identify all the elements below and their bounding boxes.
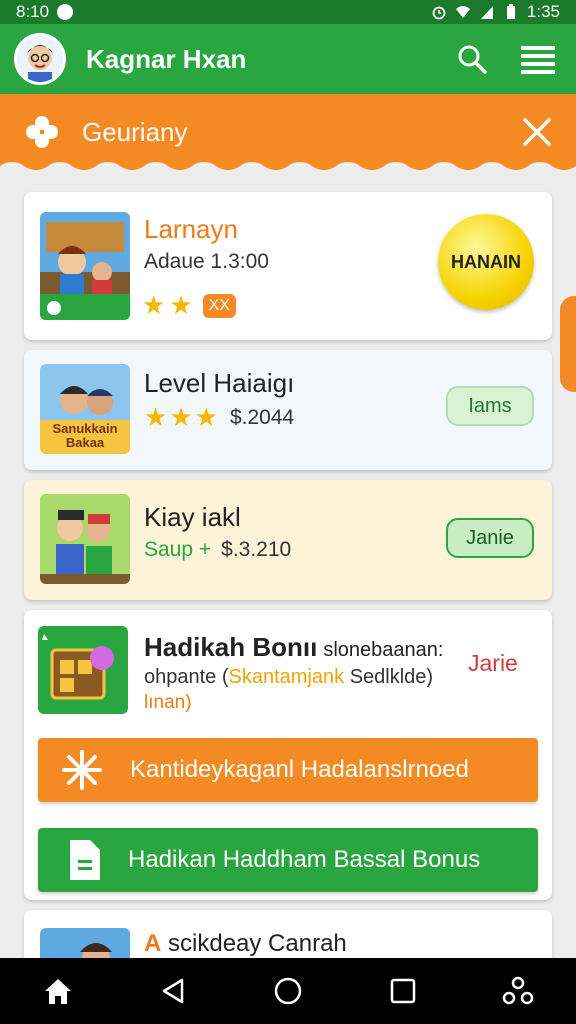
alarm-icon [432,6,446,20]
orange-action-label: Kantideykaganl Hadalanslrnoed [130,756,469,783]
green-action-label: Hadikan Haddham Bassal Bonus [128,846,481,873]
status-bar: 8:10 1:35 [0,0,576,24]
nav-recents-button[interactable] [375,963,431,1019]
close-icon[interactable] [522,117,552,147]
avatar[interactable] [14,33,66,85]
card-action-button[interactable]: Janie [446,518,534,558]
status-time-left: 8:10 [16,2,50,21]
thumbnail-label: Sanukkain Bakaa [52,421,118,450]
status-time-right: 1:35 [526,2,560,21]
avatar-face-icon [17,36,63,82]
star-icon: ★ [169,402,193,432]
nav-home-button[interactable] [30,963,86,1019]
search-button[interactable] [448,35,496,83]
star-icon: ★ [194,402,218,432]
nav-back-button[interactable] [145,963,201,1019]
card-title-prefix: A [144,930,162,957]
app-bar: Kagnar Hxan [0,24,576,94]
bonus-line-suffix: Sedlklde) [344,666,434,688]
bonus-action-link[interactable]: Jarie [468,650,518,677]
battery-icon [506,4,515,19]
notification-dot-icon [57,4,74,20]
game-card[interactable]: Sanukkain Bakaa Level Haiaigı ★ ★ ★ $.20… [24,350,552,470]
game-card[interactable]: Kiay iakl Saup + $.3.210 Janie [24,480,552,600]
hamburger-menu-icon [521,46,555,74]
banner-title: Geuriany [82,116,188,147]
card-subtitle-prefix: Saup + [144,538,212,561]
game-thumbnail [40,494,130,584]
menu-button[interactable] [514,35,562,83]
nav-home-circle-button[interactable] [260,963,316,1019]
bonus-line-prefix: ohpante ( [144,666,229,688]
card-title: scikdeay Canrah [161,930,347,957]
green-action-button[interactable]: Hadikan Haddham Bassal Bonus [38,828,538,892]
bonus-line3: lınan) [144,692,192,713]
star-icon: ★ [144,402,168,432]
square-icon [390,978,416,1004]
card-price: $.2044 [229,405,295,429]
card-badge: XX [202,293,236,318]
game-card[interactable]: Larnayn Adaue 1.3:00 ★ ★ XX HANAIN [24,192,552,340]
bonus-thumbnail [38,626,128,714]
gift-box-icon [42,634,114,700]
game-thumbnail [40,212,130,320]
system-nav-bar [0,958,576,1024]
signal-icon [480,6,493,19]
clover-icon [26,116,58,148]
bonus-title-suffix: slonebaanan: [323,639,444,661]
game-thumbnail: Sanukkain Bakaa [40,364,130,454]
card-title: Larnayn [144,214,238,244]
badge-icon [44,298,64,318]
nav-extra-button[interactable] [490,963,546,1019]
orange-action-button[interactable]: Kantideykaganl Hadalanslrnoed [38,738,538,802]
bonus-highlight: Skantamjank [228,666,345,688]
sparkle-icon [62,750,102,790]
card-action-button[interactable]: Iams [446,386,534,426]
app-title: Kagnar Hxan [86,43,247,74]
bonus-title: Hadikah Bonıı [144,632,318,662]
star-icon: ★ [142,290,166,320]
card-subtitle: Adaue 1.3:00 [144,250,269,273]
share-nodes-icon [503,976,534,1005]
side-drawer-handle[interactable] [560,296,576,392]
home-icon [44,979,71,1004]
star-icon: ★ [169,290,193,320]
promo-banner: Geuriany [0,94,576,178]
card-title: Level Haiaigı [144,368,295,398]
play-button[interactable]: HANAIN [438,214,534,310]
wifi-icon [455,6,470,18]
circle-icon [274,977,302,1005]
card-price: $.3.210 [221,538,292,561]
back-icon [162,978,184,1004]
card-title: Kiay iakl [144,502,241,532]
document-icon [70,840,100,880]
search-icon [458,45,487,74]
game-art-image [40,494,130,584]
